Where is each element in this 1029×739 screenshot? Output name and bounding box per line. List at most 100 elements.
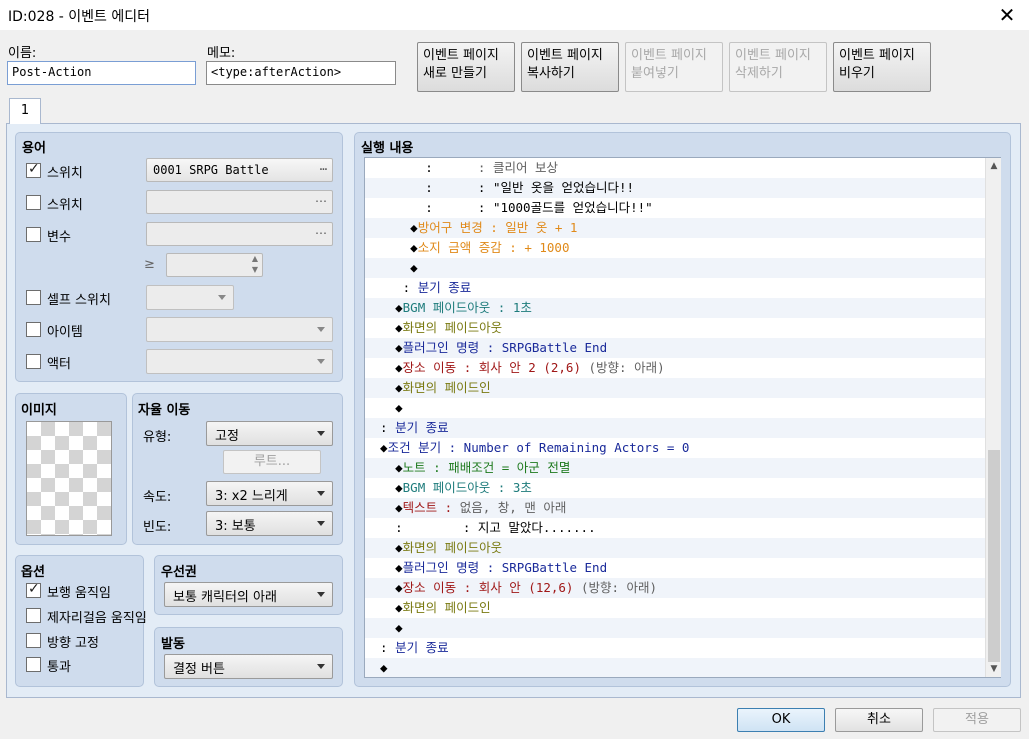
switch2-select[interactable]: ⋯ <box>146 190 333 214</box>
command-list[interactable]: : : 클리어 보상 : : "일반 옷을 얻었습니다!! : : "1000골… <box>364 157 1001 678</box>
command-line[interactable]: ◆화면의 페이드인 <box>365 378 985 398</box>
apply-button[interactable]: 적용 <box>933 708 1021 732</box>
scrollbar-thumb[interactable] <box>988 450 1000 662</box>
move-speed-value: 3: x2 느리게 <box>215 489 288 504</box>
direction-fix-checkbox[interactable] <box>26 633 41 648</box>
priority-select[interactable]: 보통 캐릭터의 아래 <box>164 582 333 607</box>
command-line[interactable]: ◆ <box>365 258 985 278</box>
item-label: 아이템 <box>47 325 83 340</box>
chevron-down-icon <box>317 327 325 332</box>
variable-label: 변수 <box>47 230 71 245</box>
item-checkbox[interactable] <box>26 322 41 337</box>
command-text: 노트 : 패배조건 = 아군 전멸 <box>402 460 571 475</box>
command-line[interactable]: ◆소지 금액 증감 : + 1000 <box>365 238 985 258</box>
command-line[interactable]: : 분기 종료 <box>365 638 985 658</box>
command-text: ◆ <box>365 440 388 455</box>
paste-page-button[interactable]: 이벤트 페이지 붙여넣기 <box>625 42 723 92</box>
spinner-down-icon[interactable]: ▼ <box>252 265 258 274</box>
name-input[interactable]: Post-Action <box>7 61 196 85</box>
command-line[interactable]: ◆텍스트 : 없음, 창, 맨 아래 <box>365 498 985 518</box>
command-text: ◆ <box>365 240 418 255</box>
command-text: 소지 금액 증감 : + 1000 <box>417 240 570 255</box>
command-line[interactable]: ◆BGM 페이드아웃 : 3초 <box>365 478 985 498</box>
close-icon[interactable]: ✕ <box>995 3 1019 27</box>
self-switch-checkbox[interactable] <box>26 290 41 305</box>
command-line[interactable]: ◆ <box>365 398 985 418</box>
copy-page-button[interactable]: 이벤트 페이지 복사하기 <box>521 42 619 92</box>
stepping-checkbox[interactable] <box>26 608 41 623</box>
command-line[interactable]: ◆장소 이동 : 회사 안 2 (2,6) (방향: 아래) <box>365 358 985 378</box>
command-line[interactable]: ◆화면의 페이드아웃 <box>365 538 985 558</box>
move-frequency-select[interactable]: 3: 보통 <box>206 511 333 536</box>
command-line[interactable]: : : "일반 옷을 얻었습니다!! <box>365 178 985 198</box>
scroll-up-icon[interactable]: ▲ <box>988 160 1000 172</box>
command-line[interactable]: : 분기 종료 <box>365 278 985 298</box>
switch1-checkbox[interactable] <box>26 161 41 178</box>
command-text: 화면의 페이드인 <box>402 600 491 615</box>
command-list-scrollbar[interactable]: ▲ ▼ <box>985 158 1001 677</box>
command-text: ◆ <box>365 220 418 235</box>
event-image-preview[interactable] <box>26 421 112 536</box>
variable-value-spinner[interactable]: ▲ ▼ <box>166 253 263 277</box>
switch1-label: 스위치 <box>47 166 83 181</box>
command-text: 분기 종료 <box>395 420 449 435</box>
command-text: 화면의 페이드아웃 <box>402 320 503 335</box>
command-text: 조건 분기 : Number of Remaining Actors = 0 <box>387 440 690 455</box>
command-line[interactable]: ◆화면의 페이드인 <box>365 598 985 618</box>
command-line[interactable]: ◆플러그인 명령 : SRPGBattle End <box>365 338 985 358</box>
ok-button[interactable]: OK <box>737 708 825 732</box>
button-label: 이벤트 페이지 <box>839 48 915 63</box>
self-switch-select[interactable] <box>146 285 234 310</box>
trigger-select[interactable]: 결정 버튼 <box>164 654 333 679</box>
command-line[interactable]: ◆플러그인 명령 : SRPGBattle End <box>365 558 985 578</box>
command-text: 장소 이동 : 회사 안 (12,6) <box>402 580 574 595</box>
through-checkbox[interactable] <box>26 657 41 672</box>
command-text: BGM 페이드아웃 : 3초 <box>402 480 532 495</box>
variable-checkbox[interactable] <box>26 227 41 242</box>
variable-select[interactable]: ⋯ <box>146 222 333 246</box>
command-text: 플러그인 명령 : SRPGBattle End <box>402 340 608 355</box>
more-icon: ⋯ <box>315 226 327 240</box>
cancel-button[interactable]: 취소 <box>835 708 923 732</box>
command-text: ◆ <box>365 400 403 415</box>
command-text: : "1000골드를 얻었습니다!!" <box>477 200 653 215</box>
command-line[interactable]: ◆화면의 페이드아웃 <box>365 318 985 338</box>
image-title: 이미지 <box>21 403 57 418</box>
new-page-button[interactable]: 이벤트 페이지 새로 만들기 <box>417 42 515 92</box>
command-line[interactable]: : : 지고 말았다....... <box>365 518 985 538</box>
move-route-button[interactable]: 루트... <box>223 450 321 474</box>
command-line[interactable]: : : 클리어 보상 <box>365 158 985 178</box>
walking-checkbox[interactable] <box>26 581 41 598</box>
command-line[interactable]: : : "1000골드를 얻었습니다!!" <box>365 198 985 218</box>
command-line[interactable]: ◆노트 : 패배조건 = 아군 전멸 <box>365 458 985 478</box>
command-line[interactable]: ◆장소 이동 : 회사 안 (12,6) (방향: 아래) <box>365 578 985 598</box>
command-text: : 클리어 보상 <box>477 160 558 175</box>
contents-title: 실행 내용 <box>361 141 414 156</box>
command-line[interactable]: ◆조건 분기 : Number of Remaining Actors = 0 <box>365 438 985 458</box>
memo-input[interactable]: <type:afterAction> <box>206 61 396 85</box>
command-line[interactable]: ◆ <box>365 618 985 638</box>
name-label: 이름: <box>8 46 37 61</box>
actor-checkbox[interactable] <box>26 354 41 369</box>
scroll-down-icon[interactable]: ▼ <box>988 663 1000 675</box>
switch2-checkbox[interactable] <box>26 195 41 210</box>
item-select[interactable] <box>146 317 333 342</box>
actor-select[interactable] <box>146 349 333 374</box>
switch1-select[interactable]: 0001 SRPG Battle ⋯ <box>146 158 333 182</box>
delete-page-button[interactable]: 이벤트 페이지 삭제하기 <box>729 42 827 92</box>
button-label: 이벤트 페이지 <box>527 48 603 63</box>
command-text: (방향: 아래) <box>573 580 658 595</box>
button-label: 새로 만들기 <box>423 66 487 81</box>
command-line[interactable]: ◆BGM 페이드아웃 : 1초 <box>365 298 985 318</box>
move-speed-select[interactable]: 3: x2 느리게 <box>206 481 333 506</box>
clear-page-button[interactable]: 이벤트 페이지 비우기 <box>833 42 931 92</box>
command-line[interactable]: ◆ <box>365 658 985 677</box>
move-type-select[interactable]: 고정 <box>206 421 333 446</box>
command-text: ◆ <box>365 360 403 375</box>
spinner-up-icon[interactable]: ▲ <box>252 254 258 263</box>
button-label: 붙여넣기 <box>631 66 679 81</box>
command-line[interactable]: : 분기 종료 <box>365 418 985 438</box>
tab-page-1[interactable]: 1 <box>9 98 41 124</box>
command-line[interactable]: ◆방어구 변경 : 일반 옷 + 1 <box>365 218 985 238</box>
priority-value: 보통 캐릭터의 아래 <box>173 590 277 605</box>
